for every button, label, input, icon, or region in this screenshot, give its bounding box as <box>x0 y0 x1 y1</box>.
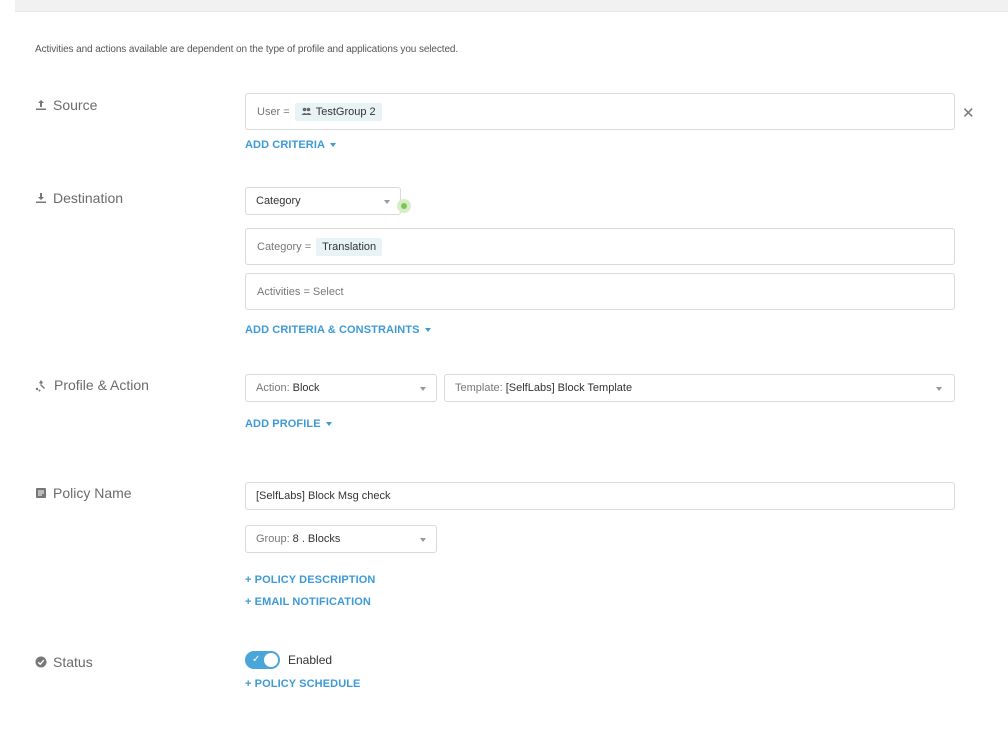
add-criteria-label: ADD CRITERIA <box>245 139 326 151</box>
group-prefix: Group: <box>256 533 290 545</box>
activities-placeholder: Activities = Select <box>257 285 344 298</box>
document-icon <box>36 488 46 498</box>
group-icon <box>301 107 312 115</box>
chevron-down-icon <box>384 200 390 204</box>
profile-action-section-label: Profile & Action <box>35 377 149 393</box>
policy-name-value: [SelfLabs] Block Msg check <box>256 490 391 502</box>
chevron-down-icon <box>936 387 942 391</box>
policy-name-label-text: Policy Name <box>53 485 132 501</box>
top-bar <box>15 0 1008 12</box>
destination-type-select[interactable]: Category <box>245 187 401 215</box>
destination-label-text: Destination <box>53 190 124 206</box>
caret-down-icon <box>325 422 332 427</box>
destination-section-label: Destination <box>35 190 123 206</box>
chevron-down-icon <box>420 538 426 542</box>
policy-name-section-label: Policy Name <box>35 485 132 501</box>
category-prefix: Category = <box>257 240 312 253</box>
template-value: [SelfLabs] Block Template <box>505 382 633 394</box>
add-profile-button[interactable]: ADD PROFILE <box>245 418 332 430</box>
group-value: 8 . Blocks <box>292 533 341 545</box>
upload-icon <box>36 100 46 110</box>
source-section-label: Source <box>35 97 97 113</box>
source-label-text: Source <box>53 97 98 113</box>
action-select[interactable]: Action: Block <box>245 374 437 402</box>
enabled-label: Enabled <box>288 653 333 667</box>
add-criteria-constraints-label: ADD CRITERIA & CONSTRAINTS <box>245 324 420 336</box>
source-criteria-field[interactable]: User = TestGroup 2 <box>245 93 955 130</box>
status-dot <box>397 199 411 213</box>
policy-description-link[interactable]: + POLICY DESCRIPTION <box>245 574 375 586</box>
check-circle-icon <box>35 656 47 668</box>
action-value: Block <box>292 382 320 394</box>
template-select[interactable]: Template: [SelfLabs] Block Template <box>444 374 955 402</box>
close-icon[interactable]: ✕ <box>962 104 975 122</box>
category-chip[interactable]: Translation <box>316 237 383 256</box>
activities-field[interactable]: Activities = Select <box>245 273 955 310</box>
download-icon <box>36 193 46 203</box>
profile-action-icon <box>35 379 45 391</box>
add-profile-label: ADD PROFILE <box>245 418 321 430</box>
status-label-text: Status <box>53 654 93 670</box>
caret-down-icon <box>330 143 337 148</box>
add-criteria-constraints-button[interactable]: ADD CRITERIA & CONSTRAINTS <box>245 324 431 336</box>
group-select[interactable]: Group: 8 . Blocks <box>245 525 437 553</box>
action-prefix: Action: <box>256 382 290 394</box>
check-icon: ✓ <box>252 654 261 665</box>
template-prefix: Template: <box>455 382 503 394</box>
category-chip-label: Translation <box>322 240 377 253</box>
destination-select-value: Category <box>256 195 301 207</box>
category-criteria-field[interactable]: Category = Translation <box>245 228 955 265</box>
help-text: Activities and actions available are dep… <box>35 44 459 55</box>
policy-schedule-link[interactable]: + POLICY SCHEDULE <box>245 678 361 690</box>
source-prefix: User = <box>257 105 290 118</box>
profile-action-label-text: Profile & Action <box>54 377 149 393</box>
add-criteria-button[interactable]: ADD CRITERIA <box>245 139 337 151</box>
toggle-knob <box>264 653 278 667</box>
caret-down-icon <box>424 328 431 333</box>
enabled-toggle[interactable]: ✓ <box>245 651 280 669</box>
email-notification-link[interactable]: + EMAIL NOTIFICATION <box>245 596 371 608</box>
chevron-down-icon <box>420 387 426 391</box>
policy-name-input[interactable]: [SelfLabs] Block Msg check <box>245 482 955 510</box>
status-section-label: Status <box>35 654 93 670</box>
source-chip[interactable]: TestGroup 2 <box>294 102 382 121</box>
source-chip-label: TestGroup 2 <box>315 105 376 118</box>
